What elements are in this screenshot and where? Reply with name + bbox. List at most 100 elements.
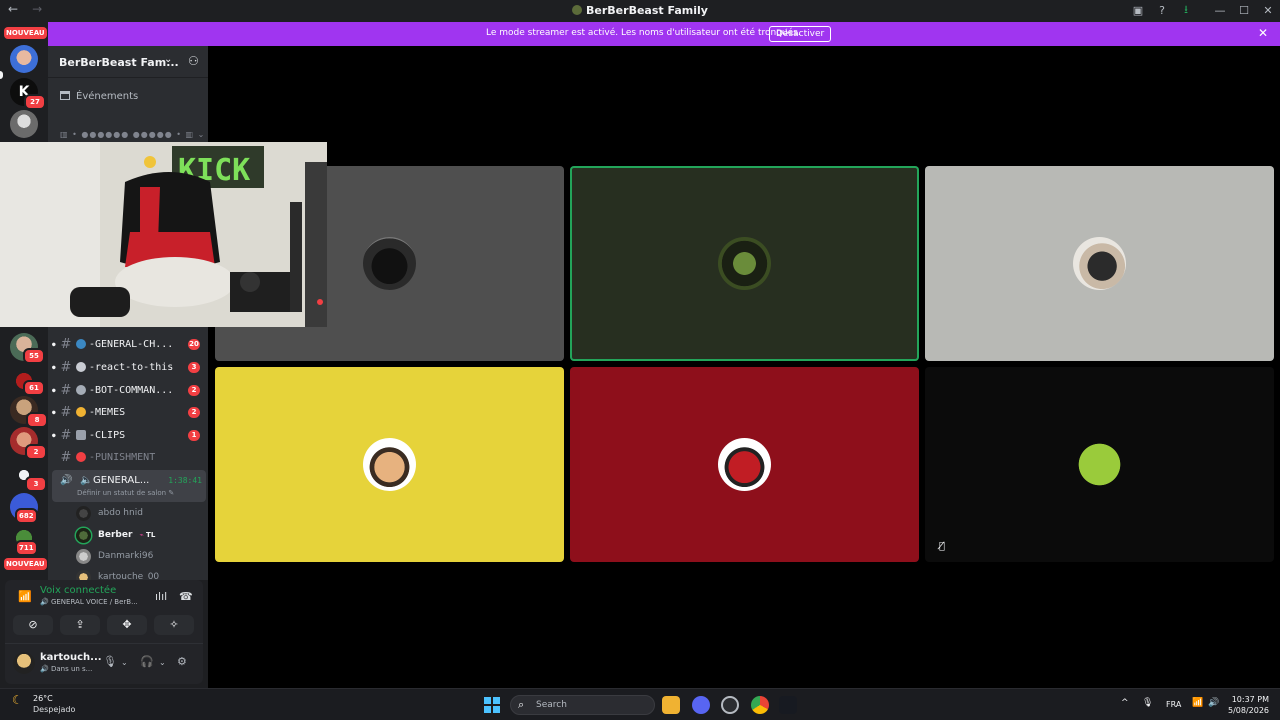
disable-button[interactable]: Désactiver [769, 26, 832, 42]
new-label: NOUVEAU [4, 27, 47, 39]
help-icon[interactable]: ? [1150, 4, 1174, 17]
microphone-icon[interactable]: 🎙 [1142, 698, 1153, 708]
channel-general-chat[interactable]: ● # -GENERAL-CH... 20 [52, 334, 204, 354]
avatar [718, 438, 771, 491]
close-icon[interactable]: ✕ [1258, 26, 1268, 40]
mention-badge: 2 [25, 444, 47, 460]
volume-icon[interactable]: 🔊 [1208, 698, 1219, 708]
voice-user-panel: 📶 Voix connectée 🔊 GENERAL VOICE / BerB.… [5, 580, 203, 684]
set-status-link[interactable]: Définir un statut de salon ✎ [77, 489, 174, 497]
disconnect-icon[interactable]: ☎ [179, 590, 193, 603]
eyes-icon [76, 362, 86, 372]
channel-clips[interactable]: ● # -CLIPS 1 [52, 425, 204, 445]
server-icon[interactable] [10, 110, 38, 138]
app-icon[interactable] [721, 696, 739, 714]
close-window-button[interactable]: ✕ [1256, 4, 1280, 17]
hash-icon: # [60, 404, 72, 420]
voice-status[interactable]: Voix connectée [40, 585, 116, 596]
avatar [76, 527, 91, 543]
inbox-icon[interactable]: ▣ [1126, 4, 1150, 17]
chevron-down-icon[interactable]: ⌄ [121, 658, 128, 667]
channel-bot-commands[interactable]: ● # -BOT-COMMAN... 2 [52, 380, 204, 400]
chrome-icon[interactable] [751, 696, 769, 714]
user-name[interactable]: kartouch... [40, 652, 102, 663]
voice-user[interactable]: kartouche_00 [76, 568, 159, 580]
channel-memes[interactable]: ● # -MEMES 2 [52, 402, 204, 422]
avatar [1073, 438, 1126, 491]
server-name: BerBerBeast Fam... [59, 56, 179, 69]
events-label: Événements [76, 91, 139, 102]
title-bar-actions: ▣ ? ⭳ — ☐ ✕ [1126, 0, 1280, 21]
steam-icon[interactable] [779, 696, 797, 714]
participant-tile[interactable] [570, 367, 919, 562]
server-header[interactable]: BerBerBeast Fam... ⌄ ⚇ [48, 46, 208, 78]
chevron-down-icon[interactable]: ⌄ [159, 658, 166, 667]
participant-tile[interactable]: 🎙̸ [925, 367, 1274, 562]
user-tag: ⌁ TL [139, 531, 156, 539]
events-link[interactable]: Événements [60, 91, 138, 102]
noise-suppression-icon[interactable]: ılıl [155, 590, 167, 603]
windows-start-icon[interactable] [484, 697, 500, 713]
participant-tile[interactable] [215, 367, 564, 562]
avatar[interactable] [13, 652, 35, 674]
mention-count: 2 [188, 406, 200, 418]
chevron-up-icon[interactable]: ^ [1121, 698, 1129, 708]
speaker-icon: 🔈 [80, 475, 93, 486]
streamer-mode-banner: Le mode streamer est activé. Les noms d'… [48, 22, 1280, 46]
file-explorer-icon[interactable] [662, 696, 680, 714]
unread-pill [0, 71, 3, 79]
download-icon[interactable]: ⭳ [1174, 1, 1198, 20]
hash-icon: # [60, 359, 72, 375]
category-header[interactable]: ▥ • ●●●●●● ●●●●● • ▥ ⌄ [60, 130, 205, 139]
hash-icon: # [60, 382, 72, 398]
channel-react-to-this[interactable]: ● # -react-to-this 3 [52, 357, 204, 377]
mention-badge: 711 [15, 540, 38, 556]
maximize-button[interactable]: ☐ [1232, 4, 1256, 17]
language-indicator[interactable]: FRA [1166, 700, 1181, 709]
moon-icon[interactable]: ☾ [12, 693, 23, 707]
voice-timer: 1:38:41 [168, 476, 202, 485]
server-icon[interactable] [10, 45, 38, 73]
voice-user[interactable]: Danmarki96 [76, 547, 153, 565]
camera-off-button[interactable]: ⊘ [13, 615, 53, 635]
calendar-icon [60, 91, 70, 100]
wifi-icon[interactable]: 📶 [1192, 698, 1203, 708]
taskbar-search[interactable]: ⌕ Search [510, 695, 655, 715]
voice-user[interactable]: abdo hnid [76, 504, 143, 522]
weather-temperature[interactable]: 26°C [33, 694, 53, 703]
headphones-icon[interactable]: 🎧 [140, 655, 154, 668]
channel-label: -GENERAL-CH... [89, 338, 174, 350]
participant-tile[interactable] [925, 166, 1274, 361]
speaker-icon: 🔊 [60, 475, 73, 486]
mention-count: 2 [188, 384, 200, 396]
discord-app: ← → BerBerBeast Family ▣ ? ⭳ — ☐ ✕ NOUVE… [0, 0, 1280, 688]
signal-icon[interactable]: 📶 [18, 590, 32, 603]
channel-punishment[interactable]: # -PUNISHMENT [52, 447, 204, 467]
participant-tile-speaking[interactable] [570, 166, 919, 361]
voice-user[interactable]: Berber ⌁ TL [76, 526, 155, 544]
minimize-button[interactable]: — [1208, 4, 1232, 17]
soundboard-button[interactable]: ✧ [154, 615, 194, 635]
mention-badge: 27 [24, 94, 46, 110]
clock-date: 5/08/2026 [1228, 706, 1270, 715]
gear-icon[interactable]: ⚙ [177, 655, 187, 668]
microphone-icon[interactable]: 🎙 [103, 655, 117, 668]
invite-icon[interactable]: ⚇ [188, 54, 199, 68]
clock[interactable]: 10:37 PM 5/08/2026 [1228, 694, 1269, 716]
discord-icon[interactable] [692, 696, 710, 714]
screen-share-button[interactable]: ⇪ [60, 615, 100, 635]
mention-count: 1 [188, 429, 200, 441]
windows-taskbar: ☾ 26°C Despejado ⌕ Search ^ 🎙 FRA 📶 🔊 10… [0, 688, 1280, 720]
clapper-icon [76, 430, 86, 440]
window-title: BerBerBeast Family [0, 4, 1280, 17]
voice-location[interactable]: 🔊 GENERAL VOICE / BerB... [40, 598, 138, 606]
mention-badge: 682 [15, 508, 38, 524]
mention-count: 20 [188, 338, 200, 350]
channel-label: -CLIPS [89, 429, 126, 441]
activities-button[interactable]: ✥ [107, 615, 147, 635]
avatar [76, 505, 91, 521]
weather-condition[interactable]: Despejado [33, 705, 75, 714]
voice-channel-general[interactable]: 🔊 🔈 GENERAL... 1:38:41 Définir un statut… [52, 470, 206, 502]
voice-stage: 🎙̸ [208, 46, 1280, 688]
laughing-icon [76, 407, 86, 417]
